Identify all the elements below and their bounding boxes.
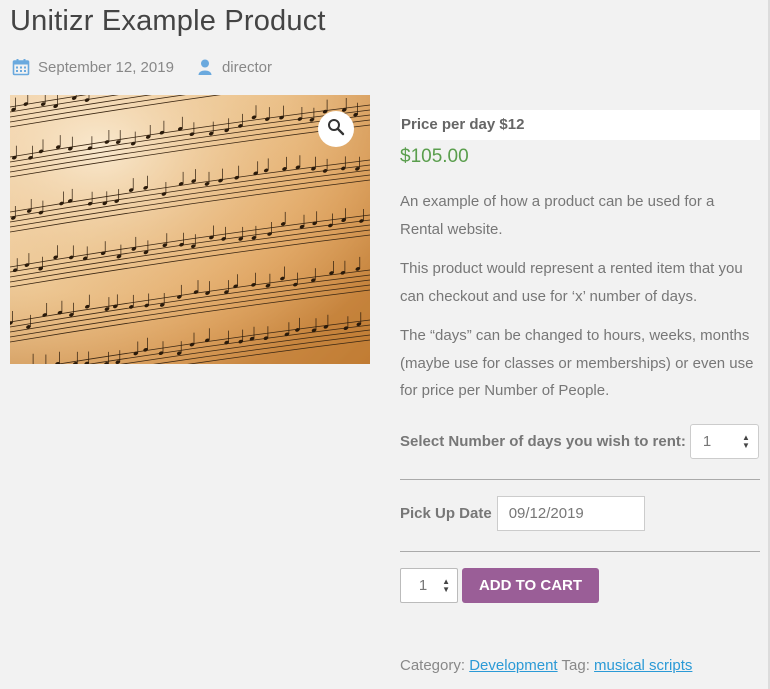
description-paragraph: An example of how a product can be used … (400, 193, 715, 238)
product-meta: Category: Development Tag: musical scrip… (400, 657, 692, 674)
pickup-date-field: Pick Up Date 09/12/2019 (400, 496, 645, 531)
rent-days-value: 1 (702, 433, 712, 450)
product-summary: Price per day $12 $105.00 An example of … (400, 110, 760, 399)
tag-link[interactable]: musical scripts (594, 657, 692, 674)
post-author[interactable]: director (222, 59, 272, 76)
quantity-value: 1 (418, 577, 428, 594)
quantity-stepper[interactable]: 1 ▲ ▼ (400, 568, 458, 603)
zoom-magnifier-icon (327, 118, 345, 141)
product-description: An example of how a product can be used … (400, 188, 760, 405)
add-to-cart-button[interactable]: ADD TO CART (462, 568, 599, 603)
post-date[interactable]: September 12, 2019 (38, 59, 174, 76)
zoom-button[interactable] (318, 111, 354, 147)
category-label: Category: (400, 657, 466, 674)
product-title: Unitizr Example Product (10, 5, 326, 37)
post-meta: September 12, 2019 director (12, 58, 272, 76)
pickup-date-input[interactable]: 09/12/2019 (496, 496, 645, 531)
rent-days-field: Select Number of days you wish to rent: … (400, 424, 760, 459)
product-image-sheet-music[interactable] (10, 95, 370, 364)
add-to-cart-form: 1 ▲ ▼ ADD TO CART (400, 568, 599, 603)
stepper-arrows-icon[interactable]: ▲ ▼ (442, 578, 450, 594)
calendar-icon (12, 58, 30, 76)
divider (400, 479, 760, 480)
price-per-day: Price per day $12 (400, 110, 760, 140)
user-icon (196, 58, 214, 76)
product-price: $105.00 (400, 146, 469, 167)
description-paragraph: The “days” can be changed to hours, week… (400, 327, 754, 399)
rent-days-label: Select Number of days you wish to rent: (400, 433, 686, 450)
rent-days-input[interactable]: 1 ▲ ▼ (689, 424, 759, 459)
divider (400, 551, 760, 552)
tag-label: Tag: (561, 657, 590, 674)
stepper-arrows-icon[interactable]: ▲ ▼ (742, 434, 750, 450)
pickup-date-label: Pick Up Date (400, 505, 492, 522)
category-link[interactable]: Development (469, 657, 557, 674)
description-paragraph: This product would represent a rented it… (400, 260, 743, 305)
